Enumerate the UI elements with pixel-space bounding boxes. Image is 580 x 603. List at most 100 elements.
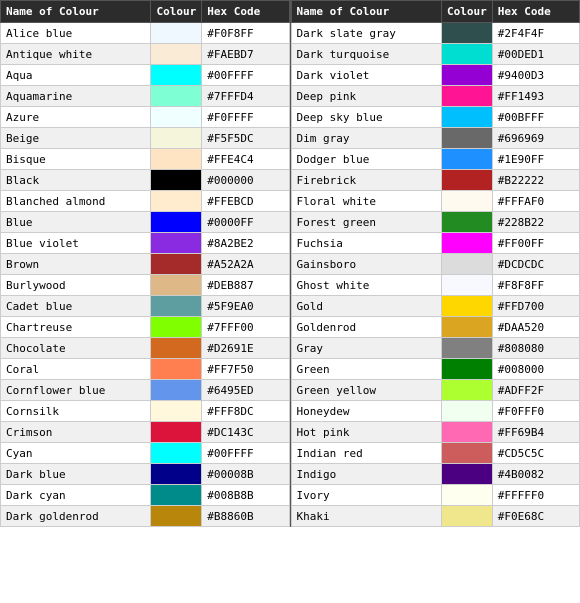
- color-swatch: [151, 254, 201, 274]
- table-row: Deep sky blue#00BFFF: [291, 107, 580, 128]
- color-cell: [151, 506, 202, 527]
- hex-code: #FFFFF0: [492, 485, 579, 506]
- hex-code: #228B22: [492, 212, 579, 233]
- table-row: Ghost white#F8F8FF: [291, 275, 580, 296]
- table-row: Aquamarine#7FFFD4: [1, 86, 290, 107]
- hex-code: #FF69B4: [492, 422, 579, 443]
- hex-code: #B8860B: [202, 506, 289, 527]
- color-swatch: [442, 23, 492, 43]
- color-cell: [441, 65, 492, 86]
- color-swatch: [442, 212, 492, 232]
- color-name: Blue: [1, 212, 151, 233]
- hex-code: #CD5C5C: [492, 443, 579, 464]
- color-cell: [151, 86, 202, 107]
- color-cell: [151, 212, 202, 233]
- color-cell: [151, 464, 202, 485]
- color-name: Antique white: [1, 44, 151, 65]
- color-cell: [151, 296, 202, 317]
- table-row: Blue violet#8A2BE2: [1, 233, 290, 254]
- table-row: Dark goldenrod #B8860B: [1, 506, 290, 527]
- color-cell: [151, 65, 202, 86]
- left-header-hex: Hex Code: [202, 1, 289, 23]
- color-cell: [441, 296, 492, 317]
- hex-code: #F5F5DC: [202, 128, 289, 149]
- color-swatch: [151, 422, 201, 442]
- color-swatch: [151, 107, 201, 127]
- color-swatch: [151, 338, 201, 358]
- color-name: Aqua: [1, 65, 151, 86]
- hex-code: #00BFFF: [492, 107, 579, 128]
- color-swatch: [442, 107, 492, 127]
- table-row: Dodger blue#1E90FF: [291, 149, 580, 170]
- table-row: Deep pink#FF1493: [291, 86, 580, 107]
- table-row: Cadet blue#5F9EA0: [1, 296, 290, 317]
- color-swatch: [442, 65, 492, 85]
- hex-code: #2F4F4F: [492, 23, 579, 44]
- main-container: Name of Colour Colour Hex Code Alice blu…: [0, 0, 580, 527]
- color-cell: [151, 443, 202, 464]
- color-swatch: [442, 464, 492, 484]
- color-name: Firebrick: [291, 170, 441, 191]
- color-name: Dark goldenrod: [1, 506, 151, 527]
- color-cell: [151, 170, 202, 191]
- color-cell: [441, 380, 492, 401]
- color-name: Cornflower blue: [1, 380, 151, 401]
- hex-code: #FF00FF: [492, 233, 579, 254]
- color-name: Gold: [291, 296, 441, 317]
- hex-code: #DC143C: [202, 422, 289, 443]
- color-swatch: [151, 359, 201, 379]
- color-cell: [151, 191, 202, 212]
- color-cell: [441, 464, 492, 485]
- color-name: Alice blue: [1, 23, 151, 44]
- hex-code: #8A2BE2: [202, 233, 289, 254]
- color-cell: [441, 233, 492, 254]
- hex-code: #F0E68C: [492, 506, 579, 527]
- table-row: Black #000000: [1, 170, 290, 191]
- hex-code: #FFD700: [492, 296, 579, 317]
- hex-code: #008000: [492, 359, 579, 380]
- color-cell: [441, 170, 492, 191]
- color-swatch: [151, 170, 201, 190]
- table-row: Alice blue#F0F8FF: [1, 23, 290, 44]
- color-name: Dark violet: [291, 65, 441, 86]
- color-cell: [151, 23, 202, 44]
- hex-code: #FFEBCD: [202, 191, 289, 212]
- color-name: Green yellow: [291, 380, 441, 401]
- color-name: Black: [1, 170, 151, 191]
- hex-code: #FF1493: [492, 86, 579, 107]
- hex-code: #000000: [202, 170, 289, 191]
- table-row: Forest green#228B22: [291, 212, 580, 233]
- color-swatch: [151, 506, 201, 526]
- color-name: Brown: [1, 254, 151, 275]
- color-cell: [441, 338, 492, 359]
- right-header-hex: Hex Code: [492, 1, 579, 23]
- color-cell: [151, 233, 202, 254]
- hex-code: #00DED1: [492, 44, 579, 65]
- color-name: Azure: [1, 107, 151, 128]
- color-cell: [151, 254, 202, 275]
- hex-code: #F0FFF0: [492, 401, 579, 422]
- table-row: Dark blue#00008B: [1, 464, 290, 485]
- color-swatch: [151, 86, 201, 106]
- left-header-colour: Colour: [151, 1, 202, 23]
- color-name: Beige: [1, 128, 151, 149]
- color-name: Indigo: [291, 464, 441, 485]
- table-row: Dim gray#696969: [291, 128, 580, 149]
- color-name: Coral: [1, 359, 151, 380]
- table-row: Green yellow#ADFF2F: [291, 380, 580, 401]
- right-header-colour: Colour: [441, 1, 492, 23]
- color-name: Hot pink: [291, 422, 441, 443]
- color-name: Gainsboro: [291, 254, 441, 275]
- hex-code: #FAEBD7: [202, 44, 289, 65]
- color-cell: [441, 485, 492, 506]
- color-swatch: [151, 23, 201, 43]
- color-swatch: [151, 401, 201, 421]
- hex-code: #9400D3: [492, 65, 579, 86]
- color-swatch: [151, 296, 201, 316]
- color-cell: [151, 44, 202, 65]
- color-name: Dark cyan: [1, 485, 151, 506]
- color-name: Honeydew: [291, 401, 441, 422]
- hex-code: #00FFFF: [202, 65, 289, 86]
- color-swatch: [442, 128, 492, 148]
- color-name: Dark slate gray: [291, 23, 441, 44]
